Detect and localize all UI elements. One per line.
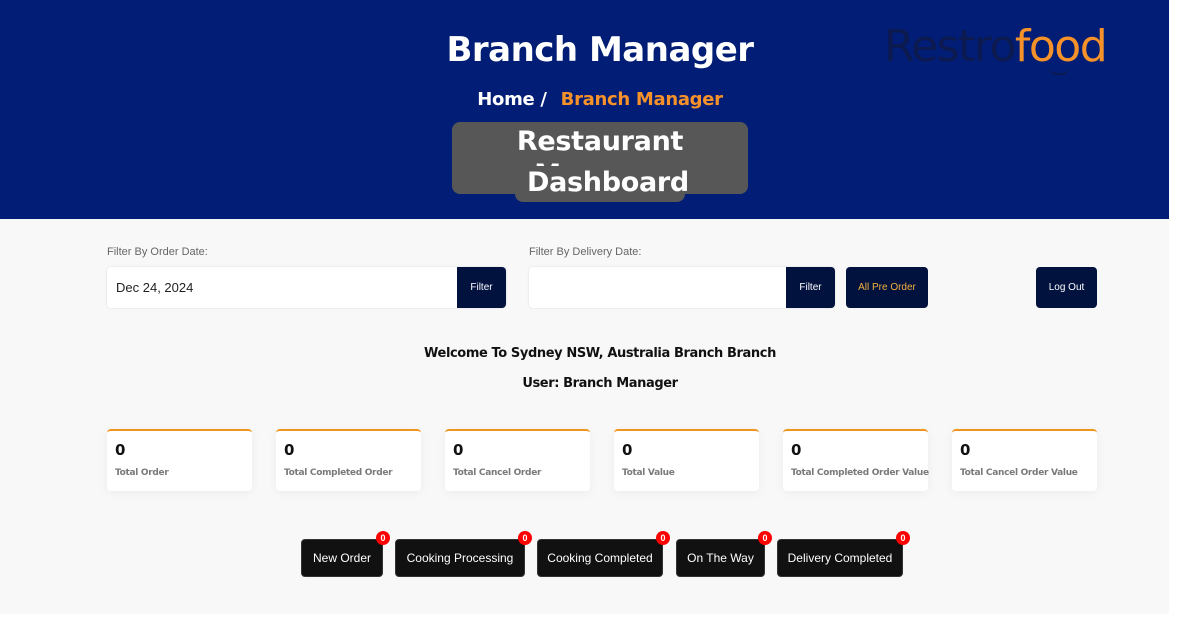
stat-card-total-order: 0 Total Order — [107, 429, 252, 491]
stat-value: 0 — [115, 441, 126, 459]
welcome-message: Welcome To Sydney NSW, Australia Branch … — [424, 346, 776, 361]
breadcrumb-separator: / — [540, 89, 547, 110]
stat-label: Total Cancel Order Value — [960, 468, 1078, 478]
new-order-button[interactable]: New Order — [301, 539, 383, 577]
on-the-way-button[interactable]: On The Way — [676, 539, 765, 577]
delivery-completed-count-badge: 0 — [896, 531, 910, 545]
stat-value: 0 — [791, 441, 802, 459]
page: Branch Manager Home / Branch Manager Res… — [0, 0, 1169, 614]
current-user: User: Branch Manager — [522, 376, 678, 391]
stat-card-total-completed-order-value: 0 Total Completed Order Value — [783, 429, 929, 491]
order-date-filter-button[interactable]: Filter — [457, 267, 506, 308]
stat-value: 0 — [453, 441, 464, 459]
new-order-count-badge: 0 — [376, 531, 390, 545]
order-date-input[interactable] — [107, 267, 457, 308]
stat-value: 0 — [960, 441, 971, 459]
stat-card-total-value: 0 Total Value — [614, 429, 759, 491]
breadcrumb-current: Branch Manager — [560, 89, 723, 110]
log-out-button[interactable]: Log Out — [1036, 267, 1097, 308]
stat-label: Total Cancel Order — [453, 468, 542, 478]
cooking-completed-button[interactable]: Cooking Completed — [537, 539, 663, 577]
cooking-processing-button[interactable]: Cooking Processing — [395, 539, 525, 577]
stat-value: 0 — [622, 441, 633, 459]
logo-text-restro: Restro — [884, 21, 1016, 72]
order-date-filter: Filter — [107, 267, 506, 308]
delivery-date-label: Filter By Delivery Date: — [529, 246, 642, 258]
stat-label: Total Completed Order Value — [791, 468, 929, 478]
logo-smile-icon — [1048, 66, 1070, 75]
cooking-processing-count-badge: 0 — [518, 531, 532, 545]
restrofood-logo: Restrofood — [884, 21, 1108, 72]
stat-card-total-completed-order: 0 Total Completed Order — [276, 429, 421, 491]
breadcrumb-home-link[interactable]: Home — [477, 89, 535, 110]
stat-label: Total Completed Order — [284, 468, 393, 478]
delivery-date-filter-button[interactable]: Filter — [786, 267, 835, 308]
delivery-completed-button[interactable]: Delivery Completed — [777, 539, 903, 577]
delivery-date-filter: Filter — [529, 267, 835, 308]
all-pre-order-button[interactable]: All Pre Order — [846, 267, 928, 308]
breadcrumb: Home / Branch Manager — [0, 89, 1200, 110]
stat-card-total-cancel-order: 0 Total Cancel Order — [445, 429, 590, 491]
cooking-completed-count-badge: 0 — [656, 531, 670, 545]
stat-label: Total Value — [622, 468, 675, 478]
order-date-label: Filter By Order Date: — [107, 246, 208, 258]
header-banner: Branch Manager Home / Branch Manager Res… — [0, 0, 1169, 219]
stat-label: Total Order — [115, 468, 169, 478]
delivery-date-input[interactable] — [529, 267, 786, 308]
on-the-way-count-badge: 0 — [758, 531, 772, 545]
dashboard-title-line2: Dashboard — [515, 166, 689, 202]
logo-text-food: food — [1014, 21, 1108, 72]
stat-value: 0 — [284, 441, 295, 459]
stat-card-total-cancel-order-value: 0 Total Cancel Order Value — [952, 429, 1097, 491]
